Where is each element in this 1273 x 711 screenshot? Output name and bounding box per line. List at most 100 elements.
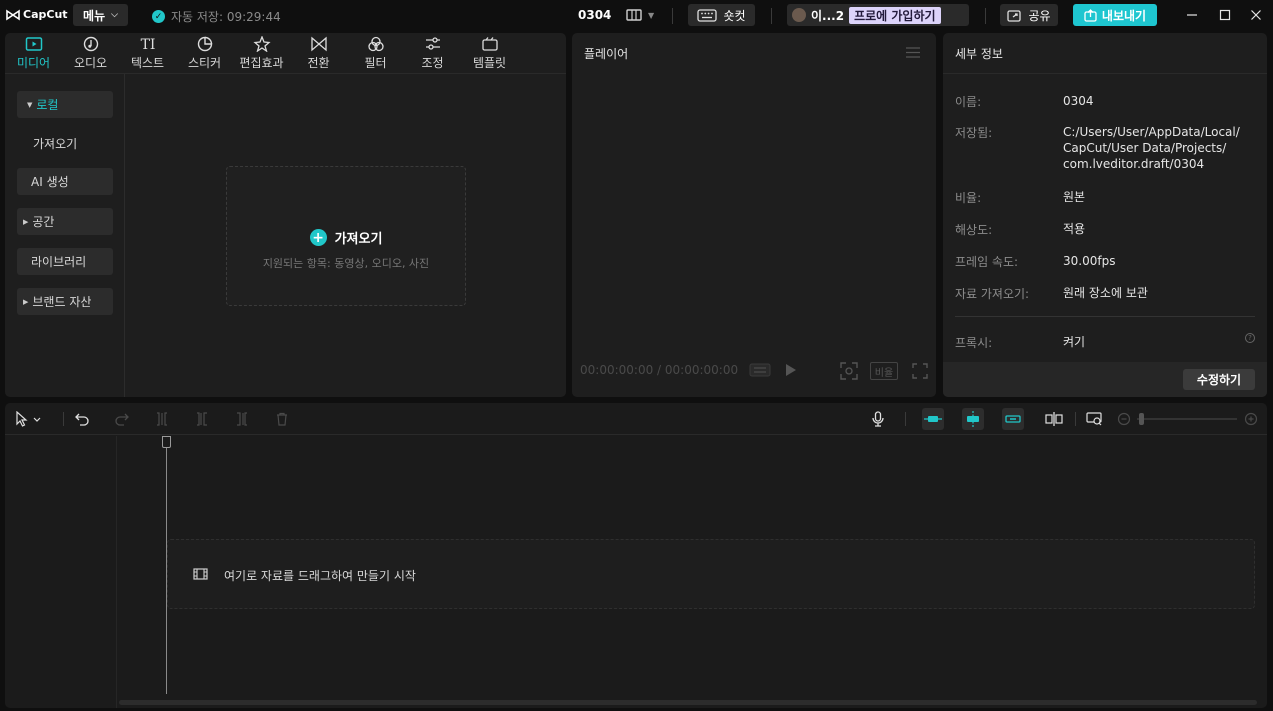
main-track-magnet-icon[interactable] [922, 408, 944, 430]
split-icon[interactable] [153, 410, 171, 428]
timeline-view-icon[interactable] [749, 363, 771, 377]
zoom-slider-handle[interactable] [1139, 413, 1144, 425]
auto-snap-icon[interactable] [962, 408, 984, 430]
pro-signup-button[interactable]: 프로에 가입하기 [849, 6, 941, 24]
trim-left-icon[interactable] [193, 410, 211, 428]
detail-label-ratio: 비율: [955, 191, 982, 205]
zoom-slider[interactable] [1137, 413, 1237, 425]
tab-label: 미디어 [16, 56, 51, 70]
edit-button[interactable]: 수정하기 [1183, 369, 1255, 390]
capcut-logo-icon [6, 9, 20, 20]
tab-media[interactable]: 미디어 [5, 33, 62, 74]
sidebar-item-label: 로컬 [36, 98, 59, 112]
export-button[interactable]: 내보내기 [1073, 4, 1157, 26]
adjust-icon [425, 37, 440, 50]
sidebar-item-library[interactable]: 라이브러리 [17, 248, 113, 275]
avatar [792, 8, 806, 22]
export-label: 내보내기 [1101, 8, 1147, 23]
help-icon[interactable]: ? [1245, 333, 1255, 343]
zoom-out-icon[interactable] [1115, 410, 1133, 428]
project-name[interactable]: 0304 [578, 8, 611, 22]
fullscreen-fit-icon[interactable] [840, 362, 858, 380]
player-header: 플레이어 [572, 33, 936, 74]
detail-value-saved: C:/Users/User/AppData/Local/ [1063, 125, 1240, 139]
sidebar-item-local[interactable]: ▼ 로컬 [17, 91, 113, 118]
divider [985, 8, 986, 24]
divider [905, 412, 906, 426]
sidebar-item-import[interactable]: 가져오기 [17, 130, 113, 157]
layout-icon [626, 9, 642, 21]
chevron-down-icon: ▼ [648, 10, 655, 20]
tab-effects[interactable]: 편집효과 [233, 33, 290, 74]
playhead-handle[interactable] [162, 436, 171, 448]
tab-text[interactable]: TI 텍스트 [119, 33, 176, 74]
sidebar-item-ai-generate[interactable]: AI 생성 [17, 168, 113, 195]
linkage-icon[interactable] [1002, 408, 1024, 430]
maximize-icon[interactable] [1217, 7, 1233, 23]
layout-button[interactable]: ▼ [626, 9, 654, 21]
tab-transition[interactable]: 전환 [290, 33, 347, 74]
details-footer: 수정하기 [943, 362, 1267, 397]
import-subtitle: 지원되는 항목: 동영상, 오디오, 사진 [262, 257, 430, 270]
undo-icon[interactable] [73, 410, 91, 428]
divider [1075, 412, 1076, 426]
details-title: 세부 정보 [955, 46, 1003, 61]
sidebar-item-brand-assets[interactable]: ▶ 브랜드 자산 [17, 288, 113, 315]
close-icon[interactable] [1248, 7, 1264, 23]
tab-template[interactable]: 템플릿 [461, 33, 518, 74]
tab-audio[interactable]: 오디오 [62, 33, 119, 74]
export-icon [1084, 8, 1097, 22]
detail-value-proxy[interactable]: 켜기 [1063, 334, 1085, 350]
timeline-toolbar [5, 403, 1267, 435]
sidebar-item-label: 공간 [32, 215, 55, 229]
film-icon [193, 568, 208, 580]
detail-label-import: 자료 가져오기: [955, 287, 1030, 301]
svg-text:TI: TI [140, 37, 155, 52]
trim-right-icon[interactable] [233, 410, 251, 428]
zoom-fit-icon[interactable] [1085, 410, 1103, 428]
tab-label: 전환 [307, 56, 330, 70]
shortcut-label: 숏컷 [723, 8, 746, 23]
asset-tabs: 미디어 오디오 TI 텍스트 스티커 편집효과 전환 필터 조정 템플릿 [5, 33, 566, 74]
preview-axis-icon[interactable] [1045, 410, 1063, 428]
details-panel: 세부 정보 이름: 0304 저장됨: C:/Users/User/AppDat… [943, 33, 1267, 397]
menu-button[interactable]: 메뉴 ⌵ [73, 4, 128, 26]
chevron-down-icon: ⌵ [111, 10, 118, 20]
account-area[interactable]: 이...2 프로에 가입하기 [787, 4, 969, 26]
microphone-icon[interactable] [869, 410, 887, 428]
fullscreen-icon[interactable] [912, 363, 928, 379]
share-label: 공유 [1028, 8, 1051, 23]
play-icon[interactable] [785, 363, 797, 377]
zoom-in-icon[interactable] [1242, 410, 1260, 428]
minimize-icon[interactable] [1184, 7, 1200, 23]
share-button[interactable]: 공유 [1000, 4, 1058, 26]
caret-right-icon: ▶ [23, 297, 29, 306]
import-dropzone[interactable]: + 가져오기 지원되는 항목: 동영상, 오디오, 사진 [226, 166, 466, 306]
menu-label: 메뉴 [83, 8, 106, 23]
tab-adjust[interactable]: 조정 [404, 33, 461, 74]
tab-filter[interactable]: 필터 [347, 33, 404, 74]
tab-label: 템플릿 [472, 56, 507, 70]
tab-sticker[interactable]: 스티커 [176, 33, 233, 74]
shortcut-button[interactable]: 숏컷 [688, 4, 755, 26]
timeline-dropzone[interactable]: 여기로 자료를 드래그하여 만들기 시작 [167, 539, 1255, 609]
detail-value-ratio: 원본 [1063, 190, 1086, 204]
select-tool-button[interactable] [13, 410, 43, 428]
hamburger-menu-icon[interactable] [906, 47, 920, 58]
import-button[interactable]: + 가져오기 [227, 228, 465, 247]
player-controls: 00:00:00:00 / 00:00:00:00 [580, 363, 797, 377]
horizontal-scrollbar[interactable] [119, 700, 1257, 705]
sidebar-item-label: 브랜드 자산 [32, 295, 92, 309]
sidebar-item-space[interactable]: ▶ 공간 [17, 208, 113, 235]
title-bar: CapCut 메뉴 ⌵ ✓ 자동 저장: 09:29:44 0304 ▼ 숏컷 … [0, 0, 1273, 31]
detail-value-resolution: 적용 [1063, 222, 1086, 236]
tab-label: 오디오 [73, 56, 108, 70]
detail-value-framerate: 30.00fps [1063, 254, 1116, 268]
plus-icon: + [309, 229, 327, 246]
autosave-status: ✓ 자동 저장: 09:29:44 [152, 8, 281, 25]
redo-icon[interactable] [113, 410, 131, 428]
caret-down-icon: ▼ [27, 100, 33, 109]
divider [672, 8, 673, 24]
delete-icon[interactable] [273, 410, 291, 428]
ratio-button[interactable]: 비율 [870, 362, 898, 380]
